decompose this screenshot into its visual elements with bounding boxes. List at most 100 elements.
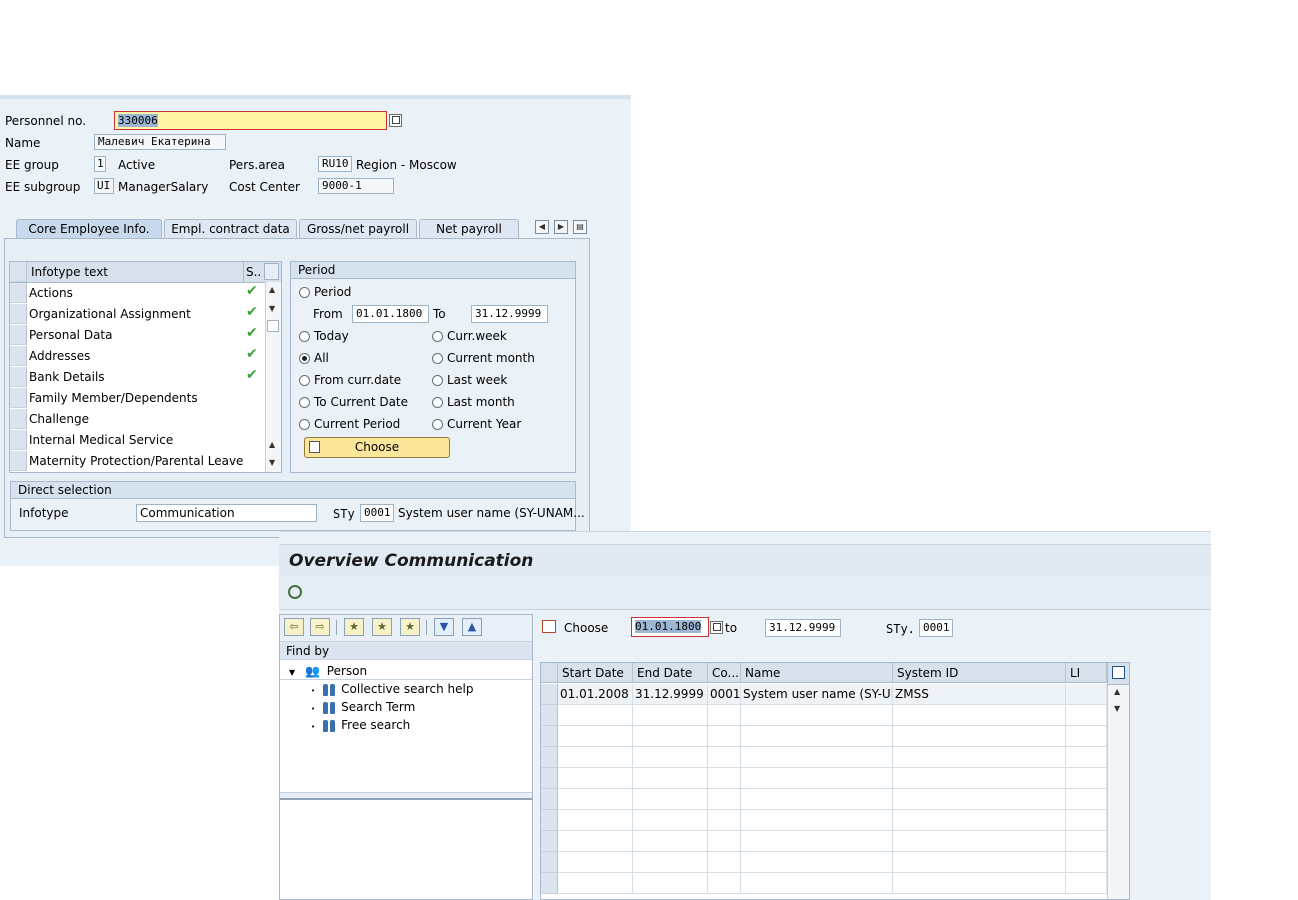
- back-arrow-icon[interactable]: ⇦: [284, 618, 304, 636]
- tab-list-icon[interactable]: ▤: [573, 220, 587, 234]
- row-selector[interactable]: [541, 873, 558, 894]
- add-favorite-icon[interactable]: ★: [344, 618, 364, 636]
- row-selector[interactable]: [10, 451, 27, 471]
- row-selector[interactable]: [10, 430, 27, 450]
- row-selector[interactable]: [10, 346, 27, 366]
- expand-down-icon[interactable]: ▼: [434, 618, 454, 636]
- tree-item-search-term[interactable]: • Search Term: [311, 700, 415, 714]
- row-selector[interactable]: [541, 810, 558, 831]
- tab-gross-net-payroll[interactable]: Gross/net payroll: [299, 219, 417, 238]
- row-selector[interactable]: [10, 367, 27, 387]
- table-row[interactable]: Personal Data ✔: [10, 325, 266, 346]
- row-selector[interactable]: [541, 831, 558, 852]
- table-row[interactable]: Actions ✔: [10, 283, 266, 304]
- tab-empl-contract-data[interactable]: Empl. contract data: [164, 219, 297, 238]
- table-row[interactable]: Challenge: [10, 409, 266, 430]
- tree-expand-icon[interactable]: ▼: [289, 668, 295, 677]
- select-all-cell[interactable]: [10, 262, 27, 282]
- infotype-name: Family Member/Dependents: [29, 391, 198, 405]
- radio-from-curr-date[interactable]: [299, 375, 310, 386]
- row-selector[interactable]: [10, 325, 27, 345]
- table-row[interactable]: Organizational Assignment ✔: [10, 304, 266, 325]
- row-selector[interactable]: [541, 726, 558, 747]
- collapse-up-icon[interactable]: ▲: [462, 618, 482, 636]
- value-help-icon[interactable]: [710, 621, 723, 634]
- row-selector[interactable]: [541, 789, 558, 810]
- row-selector[interactable]: [541, 684, 558, 705]
- radio-today[interactable]: [299, 331, 310, 342]
- splitter-handle[interactable]: [280, 792, 532, 800]
- radio-period[interactable]: [299, 287, 310, 298]
- column-settings-icon[interactable]: [1112, 666, 1125, 679]
- row-selector[interactable]: [541, 747, 558, 768]
- favorite-icon[interactable]: ★: [372, 618, 392, 636]
- grid-select-all[interactable]: [541, 663, 558, 683]
- row-selector[interactable]: [10, 388, 27, 408]
- radio-to-current-date[interactable]: [299, 397, 310, 408]
- row-selector[interactable]: [10, 304, 27, 324]
- radio-current-month[interactable]: [432, 353, 443, 364]
- grid-col-header[interactable]: Start Date: [558, 663, 633, 683]
- grid-cell[interactable]: ZMSS: [893, 684, 1066, 705]
- scroll-down-icon[interactable]: ▼: [1114, 704, 1120, 713]
- radio-current-year[interactable]: [432, 419, 443, 430]
- grid-col-header[interactable]: System ID: [893, 663, 1066, 683]
- radio-curr-week[interactable]: [432, 331, 443, 342]
- filter-sty-input[interactable]: 0001: [919, 619, 953, 637]
- scroll-up-icon[interactable]: ▲: [1114, 687, 1120, 696]
- filter-from-input[interactable]: 01.01.1800: [631, 617, 709, 637]
- radio-last-week[interactable]: [432, 375, 443, 386]
- table-settings-icon[interactable]: [264, 263, 279, 280]
- grid-cell[interactable]: 01.01.2008: [558, 684, 633, 705]
- tab-scroll-right-icon[interactable]: ▶: [554, 220, 568, 234]
- personnel-no-input[interactable]: 330006: [114, 111, 387, 130]
- grid-cell: [893, 810, 1066, 831]
- grid-cell: [558, 852, 633, 873]
- row-selector[interactable]: [541, 852, 558, 873]
- choose-button[interactable]: Choose: [304, 437, 450, 458]
- table-row[interactable]: Family Member/Dependents: [10, 388, 266, 409]
- forward-arrow-icon[interactable]: ⇨: [310, 618, 330, 636]
- scroll-down-icon[interactable]: ▼: [269, 304, 275, 313]
- detail-view-icon[interactable]: [288, 585, 302, 599]
- radio-all[interactable]: [299, 353, 310, 364]
- grid-col-header[interactable]: End Date: [633, 663, 708, 683]
- grid-cell[interactable]: System user name (SY-UN...: [741, 684, 893, 705]
- to-date-input[interactable]: 31.12.9999: [471, 305, 548, 323]
- sty-input[interactable]: 0001: [360, 504, 394, 522]
- grid-scrollbar[interactable]: ▲ ▼: [1107, 685, 1129, 899]
- table-row[interactable]: Internal Medical Service: [10, 430, 266, 451]
- scroll-up-icon[interactable]: ▲: [269, 285, 275, 294]
- grid-cell[interactable]: 31.12.9999: [633, 684, 708, 705]
- table-row[interactable]: Maternity Protection/Parental Leave: [10, 451, 266, 472]
- scroll-down-icon[interactable]: ▼: [269, 458, 275, 467]
- tree-node-person[interactable]: ▼ 👥 Person: [289, 664, 367, 678]
- tab-core-employee-info[interactable]: Core Employee Info.: [16, 219, 162, 239]
- grid-cell[interactable]: 0001: [708, 684, 741, 705]
- radio-last-month[interactable]: [432, 397, 443, 408]
- scroll-thumb[interactable]: [267, 320, 279, 332]
- value-help-icon[interactable]: [389, 114, 402, 127]
- grid-col-header[interactable]: Name: [741, 663, 893, 683]
- scroll-up-icon[interactable]: ▲: [269, 440, 275, 449]
- edit-favorite-icon[interactable]: ★: [400, 618, 420, 636]
- grid-col-header[interactable]: LI: [1066, 663, 1107, 683]
- infotype-scrollbar[interactable]: ▲ ▼ ▲ ▼: [265, 282, 281, 472]
- tree-item-free-search[interactable]: • Free search: [311, 718, 410, 732]
- radio-current-period[interactable]: [299, 419, 310, 430]
- from-date-input[interactable]: 01.01.1800: [352, 305, 429, 323]
- filter-to-input[interactable]: 31.12.9999: [765, 619, 841, 637]
- tab-scroll-left-icon[interactable]: ◀: [535, 220, 549, 234]
- table-row[interactable]: Addresses ✔: [10, 346, 266, 367]
- tree-item-collective-search-help[interactable]: • Collective search help: [311, 682, 473, 696]
- table-row[interactable]: Bank Details ✔: [10, 367, 266, 388]
- row-selector[interactable]: [10, 283, 27, 303]
- grid-cell[interactable]: [1066, 684, 1107, 705]
- radio-label: Curr.week: [447, 329, 507, 343]
- infotype-input[interactable]: Communication: [136, 504, 317, 522]
- row-selector[interactable]: [541, 705, 558, 726]
- row-selector[interactable]: [10, 409, 27, 429]
- tab-net-payroll[interactable]: Net payroll: [419, 219, 519, 238]
- grid-col-header[interactable]: Co...: [708, 663, 741, 683]
- row-selector[interactable]: [541, 768, 558, 789]
